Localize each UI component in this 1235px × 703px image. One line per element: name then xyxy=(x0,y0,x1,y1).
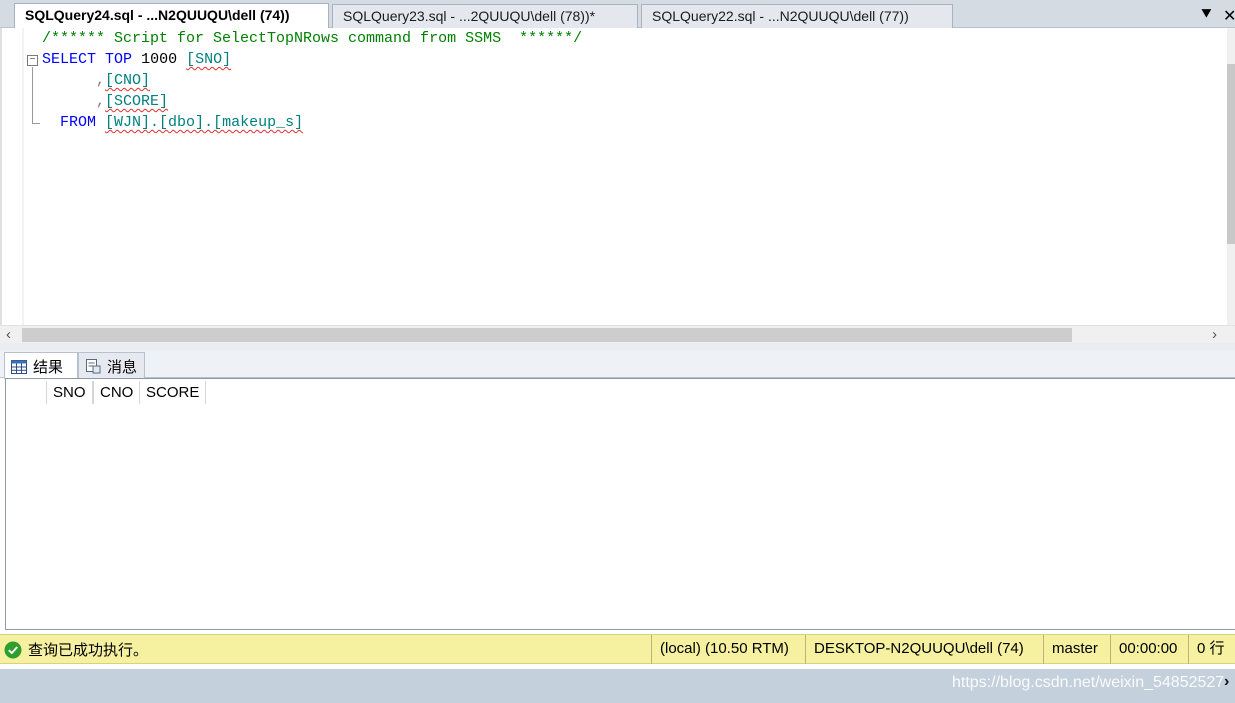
pane-splitter[interactable] xyxy=(0,343,1235,350)
tab-messages-label: 消息 xyxy=(107,359,138,376)
column-header-sno[interactable]: SNO xyxy=(46,381,93,404)
code-text: /****** Script for SelectTopNRows comman… xyxy=(42,28,582,133)
column-header-score[interactable]: SCORE xyxy=(139,381,207,404)
column-sno: [SNO] xyxy=(186,51,232,68)
column-score: [SCORE] xyxy=(105,93,169,110)
status-message: 查询已成功执行。 xyxy=(4,639,148,663)
collapse-icon[interactable]: − xyxy=(27,55,38,66)
status-user: DESKTOP-N2QUUQU\dell (74) xyxy=(805,635,1032,664)
row-header-corner[interactable] xyxy=(8,381,48,404)
grid-icon xyxy=(11,360,27,378)
dropdown-icon[interactable]: ⯆ xyxy=(1200,6,1213,24)
document-tab-strip: SQLQuery24.sql - ...N2QUUQU\dell (74)) S… xyxy=(0,0,1235,29)
tab-results-label: 结果 xyxy=(33,359,64,376)
chevron-right-icon[interactable]: › xyxy=(1224,673,1229,691)
tab-sqlquery22[interactable]: SQLQuery22.sql - ...N2QUUQU\dell (77)) xyxy=(641,4,953,28)
column-header-cno[interactable]: CNO xyxy=(93,381,141,404)
tab-results[interactable]: 结果 xyxy=(4,352,78,379)
scroll-thumb[interactable] xyxy=(1227,64,1235,244)
sql-comment: /****** Script for SelectTopNRows comman… xyxy=(42,30,583,47)
tab-messages[interactable]: 消息 xyxy=(78,352,145,378)
code-line-5: FROM [WJN].[dbo].[makeup_s] xyxy=(42,112,582,133)
results-grid[interactable]: SNO CNO SCORE xyxy=(5,378,1235,630)
scroll-left-icon[interactable]: ‹ xyxy=(6,326,11,344)
code-line-3: ,[CNO] xyxy=(42,70,582,91)
column-cno: [CNO] xyxy=(105,72,151,89)
editor-horizontal-scrollbar[interactable]: ‹ › xyxy=(0,325,1235,343)
keyword-select: SELECT xyxy=(42,51,97,68)
table-name: [WJN].[dbo].[makeup_s] xyxy=(105,114,304,131)
scroll-right-icon[interactable]: › xyxy=(1212,326,1217,344)
status-server: (local) (10.50 RTM) xyxy=(651,635,797,664)
watermark-text: https://blog.csdn.net/weixin_54852527 xyxy=(952,674,1225,691)
status-elapsed: 00:00:00 xyxy=(1110,635,1185,664)
results-tab-strip: 结果 消息 xyxy=(0,350,1235,379)
message-icon xyxy=(85,358,101,378)
status-message-text: 查询已成功执行。 xyxy=(28,642,149,659)
scroll-thumb[interactable] xyxy=(22,328,1072,342)
query-status-bar: 查询已成功执行。 (local) (10.50 RTM) DESKTOP-N2Q… xyxy=(0,634,1235,664)
keyword-top: TOP xyxy=(105,51,133,68)
code-line-2: SELECT TOP 1000 [SNO] xyxy=(42,49,582,70)
code-line-1: /****** Script for SelectTopNRows comman… xyxy=(42,28,582,49)
code-line-4: ,[SCORE] xyxy=(42,91,582,112)
editor-vertical-scrollbar[interactable] xyxy=(1227,28,1235,325)
editor-gutter xyxy=(22,28,24,325)
status-database: master xyxy=(1043,635,1106,664)
top-number: 1000 xyxy=(141,51,178,68)
comma: , xyxy=(96,93,106,110)
tab-sqlquery24[interactable]: SQLQuery24.sql - ...N2QUUQU\dell (74)) xyxy=(14,3,329,29)
check-circle-icon xyxy=(4,641,22,663)
comma: , xyxy=(96,72,106,89)
tab-sqlquery23[interactable]: SQLQuery23.sql - ...2QUUQU\dell (78))* xyxy=(332,4,638,28)
fold-guide xyxy=(32,67,33,124)
sql-editor[interactable]: − /****** Script for SelectTopNRows comm… xyxy=(0,28,1235,325)
fold-guide-end xyxy=(32,123,40,124)
keyword-from: FROM xyxy=(60,114,97,131)
status-rows: 0 行 xyxy=(1188,635,1233,664)
close-icon[interactable]: ✕ xyxy=(1223,6,1235,26)
